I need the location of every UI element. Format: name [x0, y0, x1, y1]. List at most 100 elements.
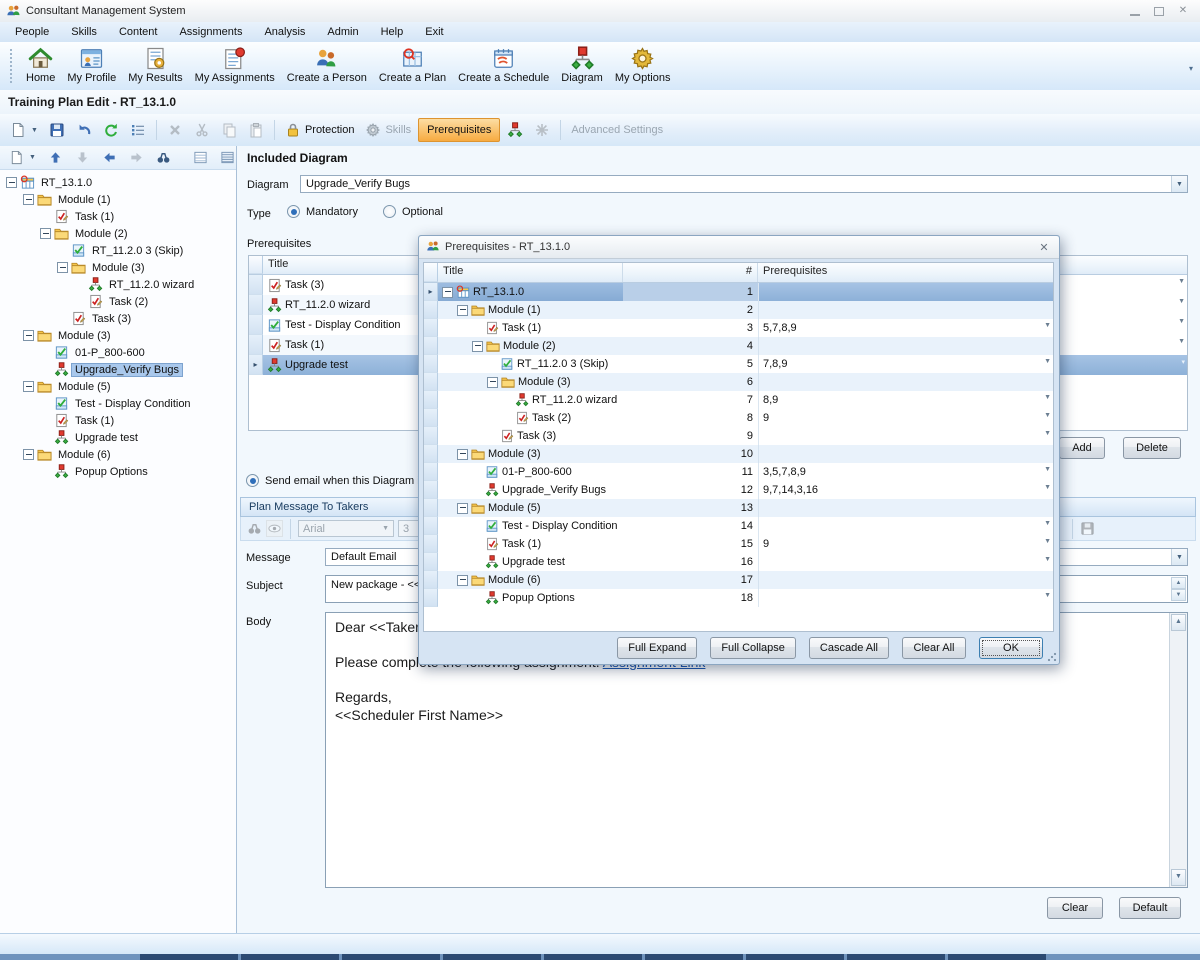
scroll-up-icon[interactable]: ▲ [1171, 614, 1186, 631]
chevron-down-icon[interactable]: ▼ [1044, 394, 1051, 401]
save-message-icon[interactable] [1080, 521, 1095, 536]
dialog-row-task-1-[interactable]: Task (1) 3 5,7,8,9 ▼ [424, 319, 1053, 337]
refresh-button[interactable] [99, 119, 123, 141]
chevron-down-icon[interactable]: ▼ [1044, 520, 1051, 527]
dialog-row-rt-11-2-0-3-skip-[interactable]: RT_11.2.0 3 (Skip) 5 7,8,9 ▼ [424, 355, 1053, 373]
tree-item-module-3-[interactable]: Module (3) [2, 327, 236, 344]
prerequisite-dropdown-cell[interactable]: 7,8,9 ▼ [758, 355, 1053, 373]
dialog-row-rt-13-1-0[interactable]: ▸ RT_13.1.0 1 [424, 283, 1053, 301]
tree-new-button[interactable]: ▼ [5, 147, 40, 169]
optional-radio[interactable]: Optional [383, 205, 443, 218]
save-button[interactable] [45, 119, 69, 141]
prerequisite-dropdown-cell[interactable]: 9,7,14,3,16 ▼ [758, 481, 1053, 499]
chevron-down-icon[interactable]: ▼ [1044, 538, 1051, 545]
tree-item-task-1-[interactable]: Task (1) [2, 412, 236, 429]
dialog-header-num[interactable]: # [623, 263, 758, 282]
new-button[interactable]: ▼ [6, 119, 42, 141]
tree-item-rt-11-2-0-wizard[interactable]: RT_11.2.0 wizard [2, 276, 236, 293]
toolbar-button-create-a-person[interactable]: Create a Person [281, 44, 373, 85]
tree-item-popup-options[interactable]: Popup Options [2, 463, 236, 480]
collapse-icon[interactable] [23, 194, 34, 205]
collapse-icon[interactable] [57, 262, 68, 273]
menu-item-help[interactable]: Help [370, 24, 415, 40]
delete-button[interactable]: Delete [1123, 437, 1181, 459]
prerequisite-dropdown-cell[interactable]: ▼ [758, 553, 1053, 571]
toolbar-button-home[interactable]: Home [20, 44, 61, 85]
collapse-icon[interactable] [457, 305, 468, 316]
chevron-down-icon[interactable]: ▼ [1044, 412, 1051, 419]
chevron-down-icon[interactable]: ▼ [1178, 338, 1185, 345]
prerequisite-dropdown-cell[interactable]: ▼ [758, 589, 1053, 607]
minimize-button[interactable] [1128, 6, 1142, 17]
tree-item-upgrade-test[interactable]: Upgrade test [2, 429, 236, 446]
tree-item-task-3-[interactable]: Task (3) [2, 310, 236, 327]
prerequisite-dropdown-cell[interactable]: 5,7,8,9 ▼ [758, 319, 1053, 337]
prerequisite-dropdown-cell[interactable]: ▼ [758, 517, 1053, 535]
chevron-down-icon[interactable]: ▼ [1178, 298, 1185, 305]
collapse-icon[interactable] [23, 330, 34, 341]
menu-item-admin[interactable]: Admin [316, 24, 369, 40]
details-view-button[interactable] [216, 147, 239, 169]
move-up-button[interactable] [44, 147, 67, 169]
dialog-row-module-3-[interactable]: Module (3) 6 [424, 373, 1053, 391]
font-name-combobox[interactable]: Arial ▼ [298, 520, 394, 537]
body-scrollbar[interactable]: ▲ ▼ [1169, 613, 1187, 887]
scroll-up-icon[interactable]: ▲ [1171, 577, 1186, 589]
dialog-row-module-2-[interactable]: Module (2) 4 [424, 337, 1053, 355]
tree-item-task-1-[interactable]: Task (1) [2, 208, 236, 225]
tree-item-task-2-[interactable]: Task (2) [2, 293, 236, 310]
ok-button[interactable]: OK [979, 637, 1043, 659]
prerequisite-dropdown-cell[interactable]: ▼ [758, 427, 1053, 445]
maximize-button[interactable] [1152, 6, 1166, 17]
tree-item-module-3-[interactable]: Module (3) [2, 259, 236, 276]
collapse-icon[interactable] [457, 575, 468, 586]
menu-item-assignments[interactable]: Assignments [168, 24, 253, 40]
collapse-icon[interactable] [6, 177, 17, 188]
tree-item-test-display-condition[interactable]: Test - Display Condition [2, 395, 236, 412]
clear-button[interactable]: Clear [1047, 897, 1103, 919]
prerequisites-button[interactable]: Prerequisites [418, 118, 500, 142]
dialog-row-module-3-[interactable]: Module (3) 10 [424, 445, 1053, 463]
cascade-all-button[interactable]: Cascade All [809, 637, 889, 659]
collapse-icon[interactable] [23, 449, 34, 460]
full-expand-button[interactable]: Full Expand [617, 637, 697, 659]
diagram-button[interactable] [503, 119, 527, 141]
tree-item-module-6-[interactable]: Module (6) [2, 446, 236, 463]
toolbar-button-my-profile[interactable]: My Profile [61, 44, 122, 85]
dialog-header-prerequisites[interactable]: Prerequisites [758, 263, 1053, 282]
prerequisite-dropdown-cell[interactable] [758, 445, 1053, 463]
prerequisite-dropdown-cell[interactable]: 8,9 ▼ [758, 391, 1053, 409]
resize-grip[interactable] [1047, 652, 1057, 662]
chevron-down-icon[interactable]: ▼ [1044, 322, 1051, 329]
chevron-down-icon[interactable]: ▼ [1044, 466, 1051, 473]
dialog-row-upgrade-verify-bugs[interactable]: Upgrade_Verify Bugs 12 9,7,14,3,16 ▼ [424, 481, 1053, 499]
chevron-down-icon[interactable]: ▼ [1171, 176, 1187, 192]
menu-item-content[interactable]: Content [108, 24, 169, 40]
full-collapse-button[interactable]: Full Collapse [710, 637, 796, 659]
chevron-down-icon[interactable]: ▼ [1044, 592, 1051, 599]
toolbar-button-create-a-plan[interactable]: Create a Plan [373, 44, 452, 85]
prerequisite-dropdown-cell[interactable] [758, 301, 1053, 319]
toolbar-overflow-icon[interactable]: ▾ [1184, 53, 1198, 83]
toolbar-grip[interactable] [10, 49, 16, 83]
chevron-down-icon[interactable]: ▾ [1181, 358, 1185, 366]
toolbar-button-diagram[interactable]: Diagram [555, 44, 609, 85]
toolbar-button-my-options[interactable]: My Options [609, 44, 677, 85]
chevron-down-icon[interactable]: ▼ [1178, 318, 1185, 325]
prerequisite-dropdown-cell[interactable] [758, 571, 1053, 589]
prerequisite-dropdown-cell[interactable] [758, 373, 1053, 391]
collapse-icon[interactable] [442, 287, 453, 298]
preview-eye-icon[interactable] [266, 520, 283, 537]
dialog-close-icon[interactable]: ✕ [1036, 241, 1052, 254]
tree-item-module-5-[interactable]: Module (5) [2, 378, 236, 395]
collapse-icon[interactable] [23, 381, 34, 392]
dialog-row-module-6-[interactable]: Module (6) 17 [424, 571, 1053, 589]
diagram-combobox[interactable]: Upgrade_Verify Bugs ▼ [300, 175, 1188, 193]
dialog-row-upgrade-test[interactable]: Upgrade test 16 ▼ [424, 553, 1053, 571]
chevron-down-icon[interactable]: ▼ [1044, 484, 1051, 491]
radio-selected-icon[interactable] [246, 474, 259, 487]
toolbar-button-my-results[interactable]: My Results [122, 44, 188, 85]
scroll-down-icon[interactable]: ▼ [1171, 589, 1186, 601]
send-email-radio[interactable]: Send email when this Diagram is ava [246, 474, 446, 487]
radio-unselected-icon[interactable] [383, 205, 396, 218]
